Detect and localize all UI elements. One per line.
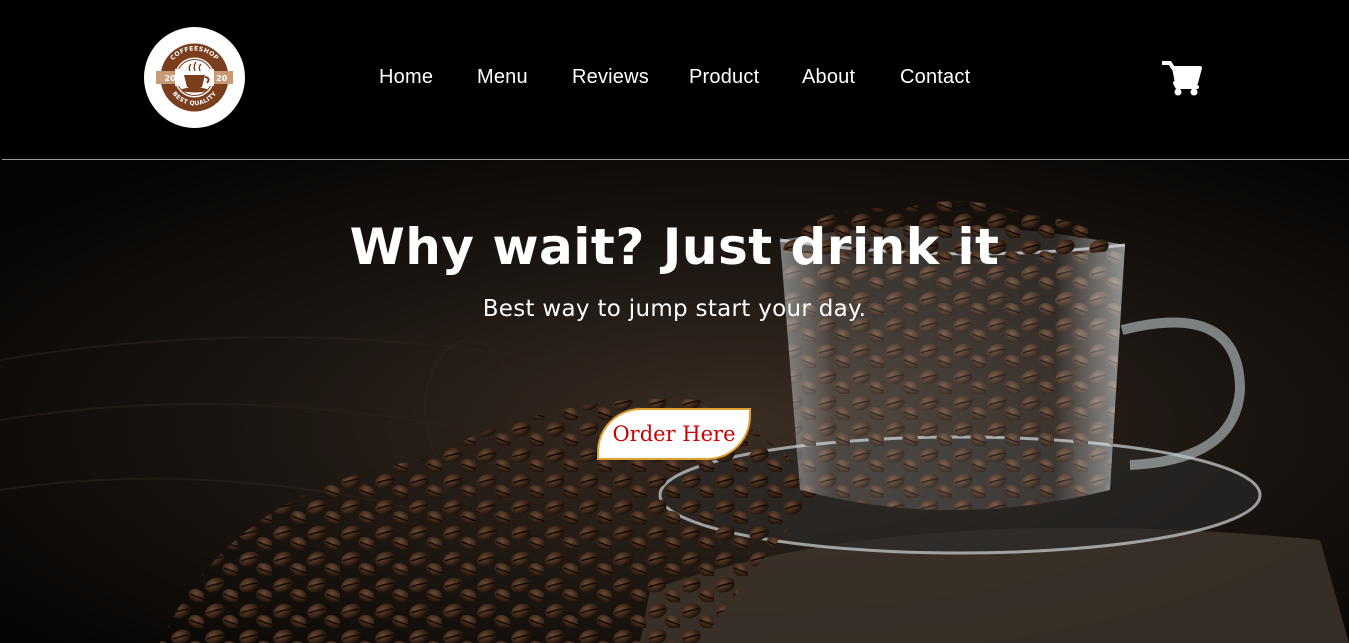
logo-year-left: 20 (165, 74, 177, 83)
coffeeshop-logo[interactable]: 20 20 COFFEESHOP BEST QUALITY (144, 27, 245, 128)
hero-section: Why wait? Just drink it Best way to jump… (0, 160, 1349, 643)
nav-contact[interactable]: Contact (900, 66, 970, 89)
nav-home[interactable]: Home (379, 66, 433, 89)
cart-button[interactable] (1161, 60, 1202, 96)
shopping-cart-icon (1161, 61, 1202, 96)
site-header: 20 20 COFFEESHOP BEST QUALITY Home Menu … (0, 0, 1349, 159)
nav-about[interactable]: About (802, 66, 855, 89)
nav-product[interactable]: Product (689, 66, 759, 89)
order-here-button[interactable]: Order Here (597, 408, 751, 460)
coffee-cup-logo-icon: 20 20 COFFEESHOP BEST QUALITY (156, 43, 233, 112)
nav-reviews[interactable]: Reviews (572, 66, 649, 89)
nav-menu[interactable]: Menu (477, 66, 528, 89)
hero-subtitle: Best way to jump start your day. (482, 296, 867, 322)
hero-title: Why wait? Just drink it (349, 218, 1000, 276)
logo-year-right: 20 (216, 74, 228, 83)
